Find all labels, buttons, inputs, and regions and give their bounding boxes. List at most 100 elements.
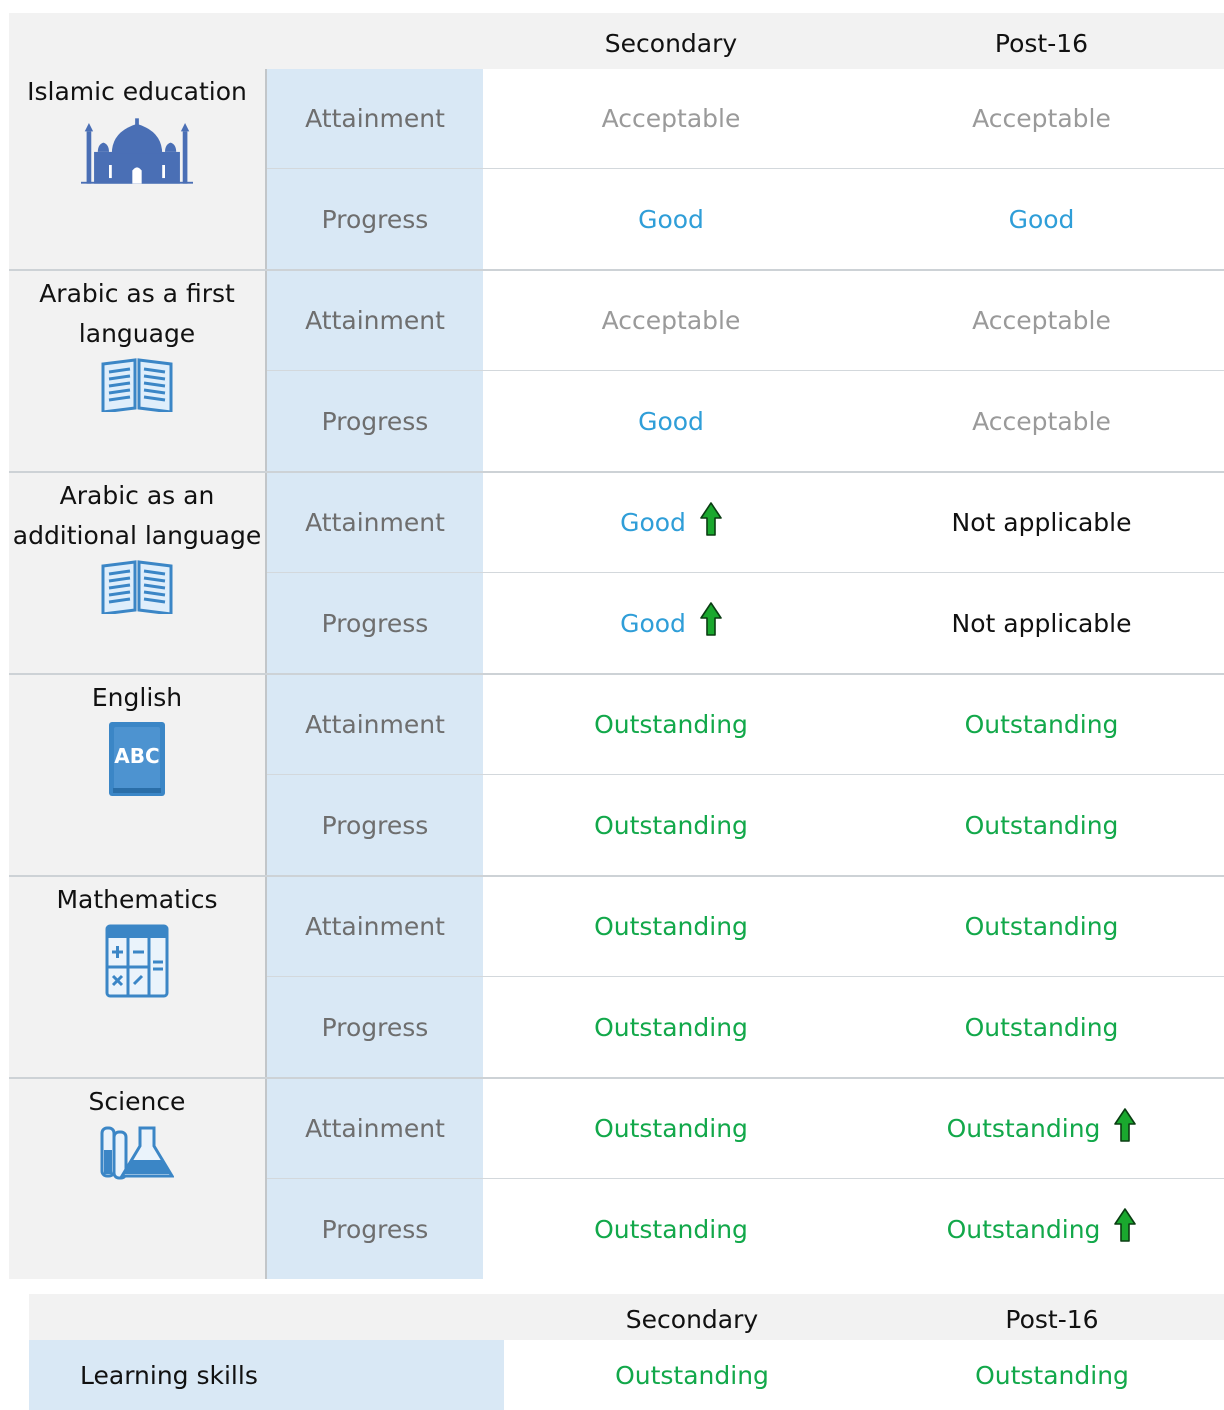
rating-text: Good bbox=[1008, 204, 1075, 234]
abc-book-icon bbox=[109, 722, 165, 796]
rating-text: Acceptable bbox=[601, 104, 741, 133]
subject-cell: English bbox=[9, 675, 267, 875]
table-row: Progress Outstanding Outstanding bbox=[267, 775, 1224, 875]
row-label: Attainment bbox=[267, 473, 483, 572]
up-arrow-icon bbox=[1114, 1208, 1136, 1242]
post16-value: Outstanding bbox=[859, 675, 1224, 774]
post16-value: Not applicable bbox=[859, 473, 1224, 572]
header-secondary: Secondary bbox=[604, 29, 738, 58]
secondary-value: Outstanding bbox=[483, 877, 859, 976]
mosque-icon bbox=[81, 116, 193, 186]
secondary-value: Outstanding bbox=[483, 1179, 859, 1279]
secondary-value: Good bbox=[483, 573, 859, 673]
table-row: Progress Good Acceptable bbox=[267, 371, 1224, 471]
row-label: Attainment bbox=[267, 675, 483, 774]
up-arrow-icon bbox=[1114, 1108, 1136, 1142]
table-row: Progress Good Good bbox=[267, 169, 1224, 269]
row-label: Progress bbox=[267, 573, 483, 673]
table-row: Attainment Outstanding Outstanding bbox=[267, 675, 1224, 775]
secondary-value: Outstanding bbox=[483, 1079, 859, 1178]
skills-row: Learning skills Outstanding Outstanding bbox=[29, 1340, 1224, 1410]
header-post16: Post-16 bbox=[994, 29, 1089, 58]
subject-block: Mathematics Attainment Outstanding Outstand… bbox=[9, 877, 1224, 1079]
row-label: Progress bbox=[267, 371, 483, 471]
rating-text: Good bbox=[620, 508, 686, 537]
post16-value: Good bbox=[859, 169, 1224, 269]
flask-icon bbox=[100, 1126, 174, 1180]
subject-name: Arabic as an additional language bbox=[12, 481, 262, 550]
subject-name: Mathematics bbox=[56, 885, 218, 914]
performance-table: Secondary Post-16 Islamic education Attai… bbox=[9, 13, 1224, 1279]
post16-value: Not applicable bbox=[859, 573, 1224, 673]
up-arrow-icon bbox=[700, 602, 722, 636]
subject-block: Arabic as a first language Attainment Acce… bbox=[9, 271, 1224, 473]
rating-text: Good bbox=[620, 608, 686, 638]
skills-header-secondary: Secondary bbox=[625, 1305, 759, 1334]
row-label: Attainment bbox=[267, 1079, 483, 1178]
table-row: Attainment Good Not applicable bbox=[267, 473, 1224, 573]
table-row: Attainment Acceptable Acceptable bbox=[267, 271, 1224, 371]
subject-block: Arabic as an additional language Attainme… bbox=[9, 473, 1224, 675]
rating-text: Outstanding bbox=[594, 810, 748, 840]
row-label: Attainment bbox=[267, 271, 483, 370]
post16-value: Acceptable bbox=[859, 271, 1224, 370]
open-book-icon bbox=[101, 560, 173, 614]
secondary-value: Good bbox=[483, 371, 859, 471]
post16-value: Acceptable bbox=[859, 371, 1224, 471]
subject-cell: Science bbox=[9, 1079, 267, 1279]
row-label: Progress bbox=[267, 1179, 483, 1279]
table-row: Progress Outstanding Outstanding bbox=[267, 977, 1224, 1077]
subject-block: English Attainment Outstanding Outstanding P… bbox=[9, 675, 1224, 877]
secondary-value: Good bbox=[483, 169, 859, 269]
table-row: Progress Good Not applicable bbox=[267, 573, 1224, 673]
open-book-icon bbox=[101, 358, 173, 412]
row-label: Progress bbox=[267, 977, 483, 1077]
rating-text: Outstanding bbox=[964, 810, 1119, 840]
learning-skills-table: Secondary Post-16 Learning skills Outsta… bbox=[29, 1294, 1224, 1410]
row-label: Progress bbox=[267, 169, 483, 269]
skills-header: Secondary Post-16 bbox=[29, 1294, 1224, 1340]
subject-block: Science Attainment Outstanding Outstanding P… bbox=[9, 1079, 1224, 1279]
rating-text: Outstanding bbox=[594, 912, 748, 941]
secondary-value: Outstanding bbox=[483, 775, 859, 875]
secondary-value: Acceptable bbox=[483, 69, 859, 168]
post16-value: Outstanding bbox=[859, 977, 1224, 1077]
rating-text: Outstanding bbox=[964, 912, 1119, 941]
secondary-value: Outstanding bbox=[483, 977, 859, 1077]
rating-text: Acceptable bbox=[972, 104, 1111, 133]
table-header: Secondary Post-16 bbox=[9, 13, 1224, 69]
rating-text: Not applicable bbox=[951, 508, 1132, 537]
row-label: Attainment bbox=[267, 877, 483, 976]
rating-text: Outstanding bbox=[946, 1214, 1101, 1244]
skills-secondary-value: Outstanding bbox=[615, 1360, 769, 1390]
subjects-body: Islamic education Attainment Acceptable Acc… bbox=[9, 69, 1224, 1279]
rating-text: Outstanding bbox=[594, 1214, 748, 1244]
rating-text: Outstanding bbox=[594, 1012, 748, 1042]
rating-text: Good bbox=[638, 406, 704, 436]
rating-text: Outstanding bbox=[594, 1114, 748, 1143]
calculator-icon bbox=[105, 924, 169, 998]
post16-value: Acceptable bbox=[859, 69, 1224, 168]
rating-text: Outstanding bbox=[964, 710, 1119, 739]
rating-text: Not applicable bbox=[951, 608, 1132, 638]
table-row: Attainment Acceptable Acceptable bbox=[267, 69, 1224, 169]
skills-header-post16: Post-16 bbox=[1005, 1305, 1099, 1334]
table-row: Progress Outstanding Outstanding bbox=[267, 1179, 1224, 1279]
post16-value: Outstanding bbox=[859, 1079, 1224, 1178]
subject-cell: Arabic as an additional language bbox=[9, 473, 267, 673]
table-row: Attainment Outstanding Outstanding bbox=[267, 877, 1224, 977]
subject-cell: Arabic as a first language bbox=[9, 271, 267, 471]
row-label: Attainment bbox=[267, 69, 483, 168]
skills-post16-value: Outstanding bbox=[975, 1360, 1129, 1390]
up-arrow-icon bbox=[700, 502, 722, 536]
post16-value: Outstanding bbox=[859, 775, 1224, 875]
subject-name: English bbox=[91, 683, 183, 712]
subject-cell: Islamic education bbox=[9, 69, 267, 269]
rating-text: Acceptable bbox=[972, 306, 1111, 335]
skills-label: Learning skills bbox=[29, 1340, 504, 1410]
rating-text: Good bbox=[638, 204, 704, 234]
subject-name: Science bbox=[88, 1087, 186, 1116]
subject-cell: Mathematics bbox=[9, 877, 267, 1077]
secondary-value: Acceptable bbox=[483, 271, 859, 370]
row-label: Progress bbox=[267, 775, 483, 875]
